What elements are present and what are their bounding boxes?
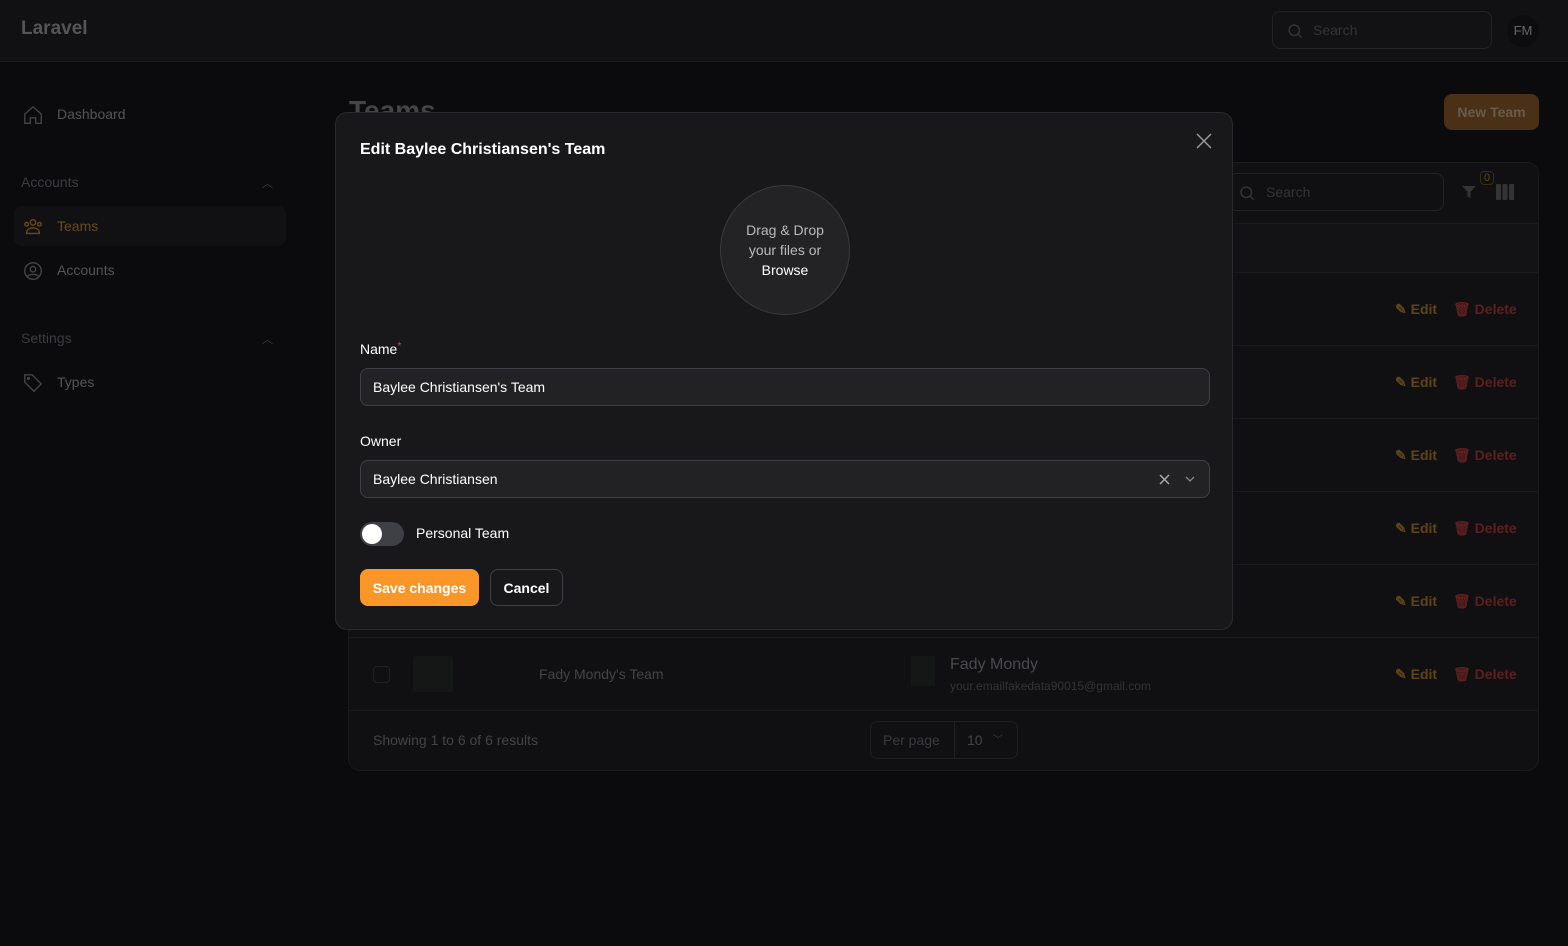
edit-label: Edit [1410, 593, 1438, 609]
cancel-button[interactable]: Cancel [490, 569, 563, 606]
edit-icon: ✎ [1395, 666, 1407, 682]
home-icon [24, 105, 42, 124]
search-icon [1288, 24, 1303, 39]
table-search-input[interactable]: Search [1229, 173, 1444, 211]
save-changes-button[interactable]: Save changes [360, 569, 479, 606]
upload-text: your files or [748, 242, 822, 258]
edit-button[interactable]: ✎ Edit [1395, 520, 1437, 537]
name-label: Name* [360, 341, 401, 357]
delete-label: Delete [1474, 374, 1517, 390]
delete-label: Delete [1474, 447, 1517, 463]
delete-button[interactable]: 🗑 Delete [1453, 666, 1517, 683]
per-page-label: Per page [883, 732, 940, 748]
sidebar-item-accounts[interactable]: Accounts [14, 250, 286, 290]
owner-label: Owner [360, 433, 402, 449]
chevron-up-icon[interactable]: ︿ [262, 331, 273, 347]
chevron-down-icon[interactable] [1185, 475, 1195, 483]
sidebar-item-label: Dashboard [57, 106, 126, 122]
name-field[interactable]: Baylee Christiansen's Team [360, 368, 1210, 406]
trash-icon: 🗑 [1453, 374, 1471, 390]
team-name: Fady Mondy's Team [539, 666, 664, 682]
trash-icon: 🗑 [1453, 520, 1471, 536]
close-icon[interactable] [1196, 133, 1212, 149]
edit-button[interactable]: ✎ Edit [1395, 374, 1437, 391]
search-placeholder: Search [1313, 22, 1358, 38]
sidebar-item-teams[interactable]: Teams [14, 206, 286, 246]
tag-icon [24, 374, 43, 393]
name-label-text: Name [360, 341, 398, 357]
required-mark: * [397, 341, 402, 352]
sidebar-group-settings[interactable]: Settings [21, 330, 72, 346]
owner-select[interactable]: Baylee Christiansen [360, 460, 1210, 498]
sidebar-item-types[interactable]: Types [14, 362, 286, 402]
file-upload-dropzone[interactable]: Drag & Drop your files or Browse [720, 185, 850, 315]
table-row: Fady Mondy's Team Fady Mondy your.emailfak… [349, 638, 1538, 711]
sidebar-item-label: Teams [57, 218, 99, 234]
delete-label: Delete [1474, 301, 1517, 317]
delete-button[interactable]: 🗑 Delete [1453, 593, 1517, 610]
personal-team-toggle[interactable] [360, 522, 404, 546]
edit-button[interactable]: ✎ Edit [1395, 666, 1437, 683]
filter-count-badge: 0 [1480, 171, 1495, 185]
search-placeholder: Search [1266, 184, 1311, 200]
delete-label: Delete [1474, 593, 1517, 609]
edit-label: Edit [1410, 374, 1438, 390]
edit-icon: ✎ [1395, 593, 1407, 609]
clear-icon[interactable] [1159, 474, 1170, 485]
row-checkbox[interactable] [373, 666, 390, 683]
edit-button[interactable]: ✎ Edit [1395, 447, 1437, 464]
edit-icon: ✎ [1395, 520, 1407, 536]
avatar[interactable]: FM [1507, 15, 1539, 47]
trash-icon: 🗑 [1453, 666, 1471, 682]
trash-icon: 🗑 [1453, 593, 1471, 609]
delete-label: Delete [1474, 666, 1517, 682]
global-search-input[interactable]: Search [1272, 11, 1492, 49]
browse-link[interactable]: Browse [762, 262, 809, 278]
delete-button[interactable]: 🗑 Delete [1453, 374, 1517, 391]
modal-title: Edit Baylee Christiansen's Team [360, 141, 606, 158]
upload-text: Drag & Drop [746, 222, 824, 238]
chevron-up-icon[interactable]: ︿ [262, 175, 273, 191]
per-page-value: 10 [967, 732, 983, 748]
page-title: Teams [349, 95, 436, 113]
users-icon [24, 218, 42, 235]
delete-button[interactable]: 🗑 Delete [1453, 447, 1517, 464]
delete-button[interactable]: 🗑 Delete [1453, 301, 1517, 318]
sidebar-item-label: Types [57, 374, 95, 390]
team-photo [413, 656, 453, 692]
edit-label: Edit [1410, 301, 1438, 317]
trash-icon: 🗑 [1453, 301, 1471, 317]
edit-label: Edit [1410, 666, 1438, 682]
delete-label: Delete [1474, 520, 1517, 536]
delete-button[interactable]: 🗑 Delete [1453, 520, 1517, 537]
filter-icon[interactable] [1460, 183, 1478, 201]
per-page-select[interactable]: Per page 10 ﹀ [870, 721, 1018, 759]
logo[interactable]: Laravel [21, 18, 88, 40]
sidebar-item-label: Accounts [57, 262, 115, 278]
owner-email: your.emailfakedata90015@gmail.com [950, 679, 1151, 693]
columns-icon[interactable] [1496, 184, 1514, 200]
edit-label: Edit [1410, 520, 1438, 536]
owner-avatar [911, 656, 935, 686]
new-team-button[interactable]: New Team [1444, 94, 1539, 130]
pagination-summary: Showing 1 to 6 of 6 results [373, 732, 538, 748]
edit-icon: ✎ [1395, 374, 1407, 390]
edit-label: Edit [1410, 447, 1438, 463]
edit-icon: ✎ [1395, 447, 1407, 463]
sidebar-group-accounts[interactable]: Accounts [21, 174, 79, 190]
toggle-knob [362, 524, 382, 544]
edit-button[interactable]: ✎ Edit [1395, 593, 1437, 610]
personal-team-label: Personal Team [416, 525, 510, 541]
owner-name: Fady Mondy [950, 656, 1039, 673]
edit-team-modal: Edit Baylee Christiansen's Team Drag & D… [335, 112, 1233, 630]
owner-value: Baylee Christiansen [373, 471, 498, 487]
edit-icon: ✎ [1395, 301, 1407, 317]
search-icon [1240, 186, 1255, 201]
top-bar: Laravel Search FM [0, 0, 1568, 62]
chevron-down-icon: ﹀ [993, 735, 1003, 746]
sidebar-item-dashboard[interactable]: Dashboard [14, 94, 286, 134]
edit-button[interactable]: ✎ Edit [1395, 301, 1437, 318]
trash-icon: 🗑 [1453, 447, 1471, 463]
user-circle-icon [24, 262, 42, 280]
